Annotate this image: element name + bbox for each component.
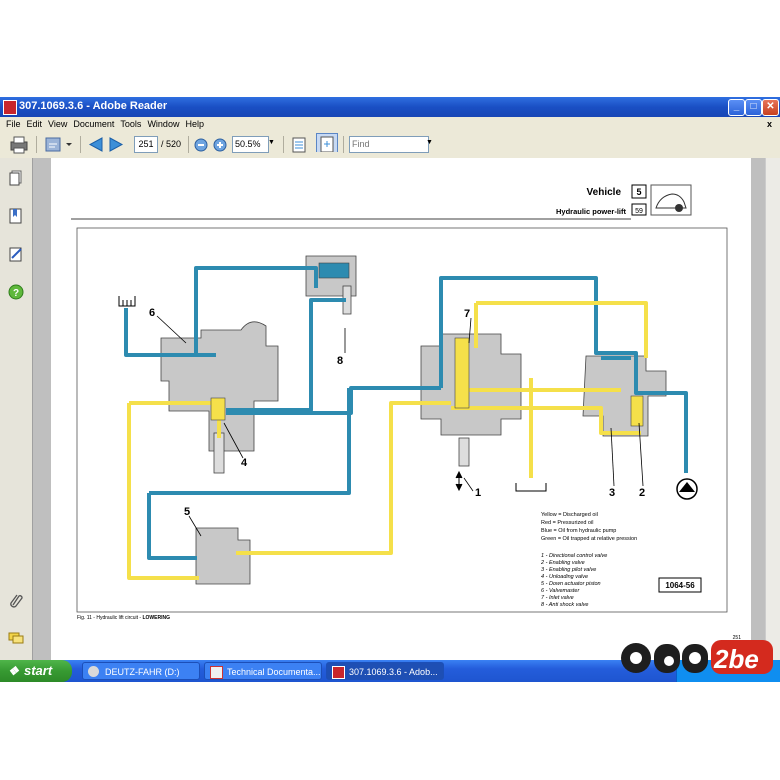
logo-text: 2be [713,644,759,674]
part-2: 2 - Enabling valve [540,560,585,566]
header-title: Vehicle [587,187,622,198]
callout-7: 7 [464,308,470,320]
header-chapter: 5 [636,187,641,197]
menubar: File Edit View Document Tools Window Help x [0,117,780,131]
start-button[interactable]: ❖ start [0,660,72,682]
menu-document[interactable]: Document [73,117,114,131]
windows-flag-icon: ❖ [8,664,19,678]
callout-3: 3 [609,487,615,499]
adobe-reader-icon [3,100,17,115]
hydraulic-diagram-page: Vehicle 5 Hydraulic power-lift 59 6 8 7 … [71,184,741,641]
pdf-page: Vehicle 5 Hydraulic power-lift 59 6 8 7 … [51,158,751,660]
header-subtitle: Hydraulic power-lift [556,207,627,216]
find-input[interactable] [349,136,429,153]
toolbar: 251 / 520 50.5% ▼ ▼ [0,131,780,159]
next-page-icon[interactable] [108,135,126,154]
part-3: 3 - Enabling pilot valve [541,567,596,573]
tractor-thumbnail [650,184,692,216]
part-1: 1 - Directional control valve [541,553,607,559]
callout-6: 6 [149,307,155,319]
page-total: / 520 [161,139,182,149]
fit-page-icon[interactable] [316,133,338,152]
zoom-in-icon[interactable] [212,135,228,154]
hand-tool-icon[interactable] [44,135,74,154]
callout-4: 4 [241,457,248,469]
window-titlebar[interactable]: 307.1069.3.6 - Adobe Reader _ □ ✕ [0,97,780,117]
navigation-pane: ? [0,158,33,660]
pages-panel-icon[interactable] [8,170,24,186]
part-8: 8 - Anti shock valve [541,602,588,608]
menu-tools[interactable]: Tools [120,117,141,131]
previous-page-icon[interactable] [86,135,104,154]
close-button[interactable]: ✕ [762,99,779,116]
taskbar-item-technical-documentation[interactable]: Technical Documenta... [204,662,322,680]
obd2be-watermark-logo: 2be [621,640,773,674]
taskbar-item-adobe-reader[interactable]: 307.1069.3.6 - Adob... [326,662,444,680]
toolbar-separator [80,136,81,153]
menu-window[interactable]: Window [147,117,179,131]
part-7: 7 - Inlet valve [541,595,574,601]
legend-red: Red = Pressurized oil [541,520,593,526]
fit-width-icon[interactable] [290,135,308,154]
antishock-chamber [318,262,350,279]
legend-blue: Blue = Oil from hydraulic pump [541,528,616,534]
control-valve-spool [454,337,470,409]
menu-view[interactable]: View [48,117,67,131]
directional-valve-spool [458,437,470,467]
zoom-level-select[interactable]: 50.5% [232,136,269,153]
callout-8: 8 [337,355,343,367]
page-number-input[interactable]: 251 [134,136,158,153]
zoom-dropdown-arrow-icon[interactable]: ▼ [268,139,275,146]
toolbar-separator [283,136,284,153]
figure-caption: Fig. 11 - Hydraulic lift circuit - LOWER… [77,615,170,621]
comments-panel-icon[interactable] [8,630,24,646]
toolbar-separator [188,136,189,153]
window-title: 307.1069.3.6 - Adobe Reader [19,100,168,112]
help-icon[interactable]: ? [8,284,24,300]
vertical-scrollbar[interactable] [765,158,780,660]
callout-1: 1 [475,487,481,499]
drive-icon [88,666,99,677]
toolbar-separator [343,136,344,153]
toolbar-separator [36,136,37,153]
menu-edit[interactable]: Edit [27,117,43,131]
header-page: 59 [635,208,643,215]
callout-2: 2 [639,487,645,499]
taskbar-item-deutz-fahr[interactable]: DEUTZ-FAHR (D:) [82,662,200,680]
pilot-valve-spool [630,395,644,427]
document-icon [210,666,223,679]
zoom-out-icon[interactable] [193,135,209,154]
attachments-panel-icon[interactable] [8,592,24,608]
adobe-reader-icon [332,666,345,679]
menu-help[interactable]: Help [185,117,204,131]
svg-text:?: ? [13,288,19,299]
unloading-valve-stem [213,432,225,474]
bookmarks-panel-icon[interactable] [8,208,24,224]
legend-green: Green = Oil trapped at relative pression [541,536,637,542]
tractor-wheel-icon [675,204,683,212]
legend-yellow: Yellow = Discharged oil [541,512,598,518]
print-icon[interactable] [8,135,30,154]
part-5: 5 - Down actuator piston [541,581,601,587]
signatures-panel-icon[interactable] [8,246,24,262]
unloading-valve-spool [210,397,226,421]
minimize-button[interactable]: _ [728,99,745,116]
maximize-button[interactable]: □ [745,99,762,116]
menu-file[interactable]: File [6,117,21,131]
part-4: 4 - Unloading valve [541,574,588,580]
find-dropdown-arrow-icon[interactable]: ▼ [426,139,433,146]
part-6: 6 - Valvemaster [541,588,580,594]
figure-code: 1064-56 [665,581,695,590]
document-close-button[interactable]: x [767,117,772,131]
document-view[interactable]: Vehicle 5 Hydraulic power-lift 59 6 8 7 … [33,158,766,660]
